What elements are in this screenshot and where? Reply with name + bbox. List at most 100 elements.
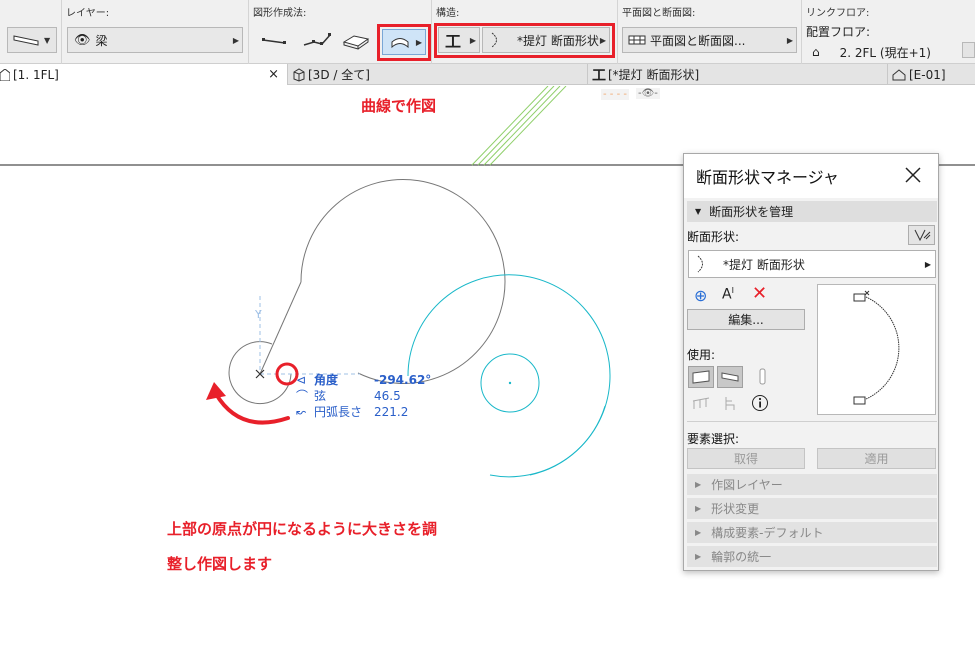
section-label: 輪郭の統一 [711,550,772,564]
apply-button[interactable]: 適用 [817,448,936,469]
axis-y-label: Y [255,308,262,321]
section-label: 形状変更 [711,502,760,516]
outer-arc [300,178,506,384]
cyan-center-dot [508,381,512,385]
floorplan-label: 平面図と断面図: [622,8,696,19]
geometry-chain-button[interactable] [301,28,333,52]
placement-value: 2. 2FL (現在+1) [839,45,931,60]
get-button[interactable]: 取得 [687,448,805,469]
wall-icon [692,370,710,384]
structure-label: 構造: [436,8,460,19]
placement-extra-button[interactable] [962,42,975,58]
elevation-icon [892,68,906,80]
i-beam-icon: 工 [592,67,606,84]
straight-beam-icon [262,38,286,44]
add-profile-icon[interactable]: ⊕ [694,286,707,305]
cyan-outer-arc-lower [529,405,606,476]
layer-label: レイヤー: [66,8,110,19]
floor-icon [0,68,10,81]
tab-label: [E-01] [909,67,946,82]
tab-close-button[interactable]: × [268,67,279,82]
geometry-method-group: 図形作成法: ▶ [249,0,432,64]
collapsed-arrow-icon: ▶ [695,504,702,513]
collapsed-arrow-icon: ▶ [695,552,702,561]
close-icon[interactable] [902,164,924,186]
toolbar: ▼ レイヤー: 👁 梁 ▶ 図形作成法: ▶ 構造: 工 ▶ *提灯 断面形状 … [0,0,975,64]
readout-value: -294.62° [374,373,432,387]
floorplan-icon [628,35,646,45]
delete-profile-icon[interactable]: ✕ [752,283,767,304]
annotation-curve: 曲線で作図 [361,97,437,115]
tab-1fl[interactable]: [1. 1FL] × [0,64,288,85]
highlight-box [377,24,431,61]
use-wall-toggle[interactable] [688,366,714,388]
eye-icon: 👁 [74,32,91,48]
chord-icon: ⌒ [296,389,309,403]
profile-selector[interactable]: *提灯 断面形状 ▶ [688,250,936,278]
tab-label: [3D / 全て] [308,68,370,82]
geometry-straight-button[interactable] [259,30,289,52]
placement-floor-selector[interactable]: ⌂ 2. 2FL (現在+1) [812,43,962,61]
info-button[interactable] [747,392,773,414]
use-object-toggle[interactable] [717,392,743,414]
use-column-toggle[interactable] [750,366,776,388]
element-type-button[interactable]: ▼ [7,27,57,53]
visibility-indicator: -👁- [636,88,660,99]
annotation-instruction-2: 整し作図します [167,555,273,573]
section-manage-profile[interactable]: ▼ 断面形状を管理 [687,201,937,222]
tab-elevation[interactable]: [E-01] [888,64,975,85]
tab-label: [1. 1FL] [13,67,59,82]
angle-icon: ⊲ [296,373,307,387]
collapsed-arrow-icon: ▶ [695,480,702,489]
collapsed-arrow-icon: ▶ [695,528,702,537]
readout-label: 円弧長さ [314,405,363,419]
tab-profile[interactable]: 工 [*提灯 断面形状] [588,64,888,85]
floorplan-settings-button[interactable]: 平面図と断面図... ▶ [622,27,797,53]
tracker-angle: ⊲ 角度 -294.62° [296,371,431,388]
tab-3d[interactable]: [3D / 全て] [288,64,588,85]
view-tabbar: [1. 1FL] × [3D / 全て] 工 [*提灯 断面形状] [E-01] [0,64,975,85]
cyan-outer-arc [407,274,611,478]
floorplan-group: 平面図と断面図: 平面図と断面図... ▶ [618,0,802,64]
dialog-titlebar[interactable]: 断面形状マネージャ [684,154,938,198]
linkfloor-label: リンクフロア: [806,8,870,19]
structure-group: 構造: 工 ▶ *提灯 断面形状 ▶ [432,0,618,64]
profile-settings-icon [914,229,930,242]
floorplan-value: 平面図と断面図... [650,33,746,48]
section-components-default[interactable]: ▶ 構成要素-デフォルト [687,522,937,543]
edit-button[interactable]: 編集... [687,309,805,330]
element-type-group: ▼ [0,0,62,64]
line-type-indicator: - - - - [601,89,629,100]
section-contour-unify[interactable]: ▶ 輪郭の統一 [687,546,937,567]
profile-label: 断面形状: [687,230,740,244]
chevron-down-icon: ▼ [44,35,51,45]
highlight-box [434,23,615,58]
readout-label: 弦 [314,389,327,403]
profile-value: *提灯 断面形状 [723,257,805,272]
get-button-label: 取得 [733,452,758,466]
arc-length-icon: ↜ [296,405,307,419]
geometry-label: 図形作成法: [253,8,307,19]
placement-label: 配置フロア: [806,25,871,39]
use-beam-toggle[interactable] [717,366,743,388]
profile-options-button[interactable] [908,225,935,245]
element-select-label: 要素選択: [687,432,740,446]
edit-button-label: 編集... [728,313,764,327]
readout-value: 221.2 [374,405,409,419]
section-label: 断面形状を管理 [709,205,794,219]
section-shape-modify[interactable]: ▶ 形状変更 [687,498,937,519]
apply-button-label: 適用 [864,452,889,466]
layer-selector[interactable]: 👁 梁 ▶ [67,27,243,53]
tracker-arc-length: ↜ 円弧長さ 221.2 [296,403,408,420]
railing-icon [692,397,710,409]
cube-icon [293,67,305,82]
rename-profile-icon[interactable]: AI [722,286,734,303]
profile-manager-dialog: 断面形状マネージャ ▼ 断面形状を管理 断面形状: *提灯 断面形状 ▶ ⊕ A… [683,153,939,571]
beam-icon [13,35,39,46]
expanded-arrow-icon: ▼ [695,207,702,216]
linkfloor-group: リンクフロア: 配置フロア: ⌂ 2. 2FL (現在+1) [802,0,975,64]
geometry-slab-button[interactable] [341,28,371,52]
divider [687,421,937,422]
use-railing-toggle[interactable] [688,392,714,414]
section-drawing-layer[interactable]: ▶ 作図レイヤー [687,474,937,495]
